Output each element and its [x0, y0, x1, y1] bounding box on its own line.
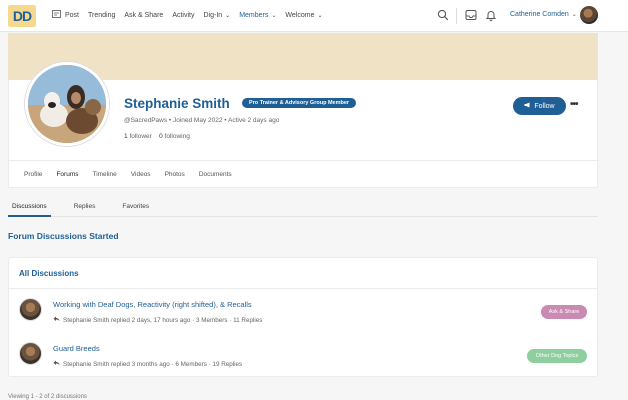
nav-members[interactable]: Members ⌄	[239, 10, 276, 20]
chevron-down-icon: ⌄	[571, 12, 577, 18]
discussion-title[interactable]: Guard Breeds	[53, 344, 100, 353]
follow-button-label: Follow	[534, 102, 555, 110]
chevron-down-icon: ⌄	[225, 12, 231, 19]
nav-activity[interactable]: Activity	[172, 10, 194, 20]
cover-image	[8, 33, 598, 80]
toolbar-divider	[456, 8, 457, 24]
tab-documents[interactable]: Documents	[199, 171, 232, 178]
profile-photo	[28, 65, 106, 143]
reply-icon	[53, 360, 60, 368]
nav-post[interactable]: Post	[52, 10, 79, 20]
nav-dig-in-label: Dig-In	[203, 11, 223, 19]
discussion-meta: Stephanie Smith replied 2 days, 17 hours…	[53, 316, 262, 324]
chevron-down-icon: ⌄	[271, 12, 277, 19]
site-logo[interactable]: DD	[8, 5, 36, 27]
more-options-button[interactable]: •••	[570, 99, 578, 110]
user-name: Catherine Comden	[510, 11, 569, 18]
nav-post-label: Post	[65, 11, 80, 19]
section-title: Forum Discussions Started	[8, 231, 119, 241]
tab-profile[interactable]: Profile	[24, 171, 42, 178]
following-count: 0	[159, 133, 163, 140]
avatar[interactable]	[19, 298, 42, 321]
profile-tabs: Profile Forums Timeline Videos Photos Do…	[9, 160, 599, 188]
forum-tag[interactable]: Ask & Share	[541, 305, 587, 319]
profile-avatar	[25, 62, 109, 146]
tab-photos[interactable]: Photos	[165, 171, 185, 178]
forum-tag[interactable]: Other Dog Topics	[527, 349, 587, 363]
top-navbar: DD Post Trending Ask & Share Activity Di…	[0, 0, 628, 32]
following-label[interactable]: following	[165, 133, 190, 140]
follow-button[interactable]: Follow	[513, 97, 566, 115]
discussions-list: All Discussions Working with Deaf Dogs, …	[8, 257, 598, 377]
main-nav: Post Trending Ask & Share Activity Dig-I…	[52, 10, 332, 20]
tab-forums[interactable]: Forums	[56, 171, 78, 178]
subtab-replies[interactable]: Replies	[70, 200, 100, 217]
discussion-title[interactable]: Working with Deaf Dogs, Reactivity (righ…	[53, 300, 252, 309]
avatar[interactable]	[580, 6, 598, 24]
followers-count: 1	[124, 133, 128, 140]
avatar[interactable]	[19, 342, 42, 365]
discussion-meta-text: Stephanie Smith replied 2 days, 17 hours…	[63, 317, 263, 324]
nav-dig-in[interactable]: Dig-In ⌄	[203, 10, 230, 20]
megaphone-icon	[524, 102, 531, 110]
nav-activity-label: Activity	[172, 11, 195, 19]
post-icon	[52, 10, 61, 20]
nav-welcome-label: Welcome	[285, 11, 315, 19]
followers-label[interactable]: follower	[129, 133, 151, 140]
discussion-meta-text: Stephanie Smith replied 3 months ago · 6…	[63, 361, 243, 368]
chevron-down-icon: ⌄	[317, 12, 323, 19]
member-type-badge: Pro Trainer & Advisory Group Member	[242, 98, 357, 108]
list-item: Working with Deaf Dogs, Reactivity (righ…	[9, 298, 597, 338]
inbox-icon[interactable]	[465, 9, 477, 21]
list-heading: All Discussions	[19, 269, 79, 278]
discussion-meta: Stephanie Smith replied 3 months ago · 6…	[53, 360, 242, 368]
profile-name: Stephanie Smith	[124, 96, 230, 111]
reply-icon	[53, 316, 60, 324]
pagination-info: Viewing 1 - 2 of 2 discussions	[8, 394, 87, 400]
nav-ask-share[interactable]: Ask & Share	[124, 10, 163, 20]
subtab-discussions[interactable]: Discussions	[8, 200, 51, 217]
search-icon[interactable]	[437, 9, 449, 21]
user-menu[interactable]: Catherine Comden ⌄	[510, 11, 577, 18]
profile-header: Stephanie Smith Pro Trainer & Advisory G…	[8, 62, 599, 188]
nav-trending[interactable]: Trending	[88, 10, 115, 20]
subtab-favorites[interactable]: Favorites	[118, 200, 153, 217]
tab-timeline[interactable]: Timeline	[92, 171, 116, 178]
divider	[9, 288, 597, 289]
bell-icon[interactable]	[485, 9, 497, 21]
tab-videos[interactable]: Videos	[131, 171, 151, 178]
forum-subtabs: Discussions Replies Favorites	[8, 200, 598, 217]
profile-meta: @SacredPaws • Joined May 2022 • Active 2…	[124, 117, 280, 124]
nav-ask-share-label: Ask & Share	[124, 11, 164, 19]
follow-counts: 1 follower 0 following	[124, 133, 190, 140]
list-item: Guard Breeds Stephanie Smith replied 3 m…	[9, 342, 597, 382]
nav-trending-label: Trending	[88, 11, 116, 19]
nav-welcome[interactable]: Welcome ⌄	[285, 10, 322, 20]
nav-members-label: Members	[239, 11, 269, 19]
